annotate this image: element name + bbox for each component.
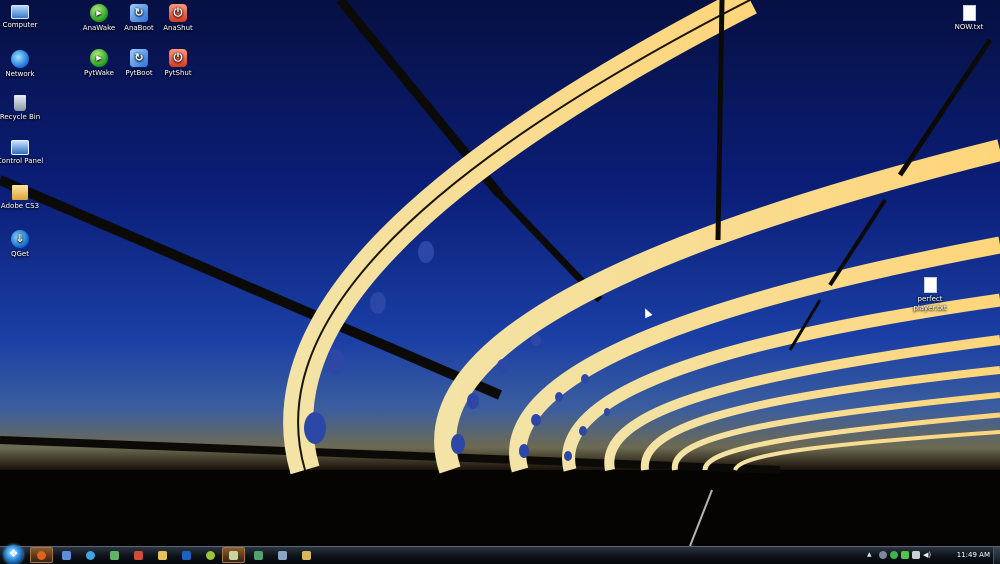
desktop-icon-recycle-bin[interactable]: Recycle Bin: [0, 95, 49, 122]
show-desktop-button[interactable]: [993, 547, 1000, 564]
volume-icon[interactable]: ◀): [923, 551, 931, 559]
desktop-wallpaper: [0, 0, 1000, 546]
desktop-icon-network[interactable]: Network: [0, 50, 49, 79]
taskbar-skype[interactable]: [80, 548, 101, 562]
folder-icon: [302, 551, 311, 560]
skype-icon: [86, 551, 95, 560]
photoshop-icon: [182, 551, 191, 560]
desktop-icon-pytshut[interactable]: ⏻ PytShut: [149, 49, 207, 78]
wake-icon: ▸: [90, 49, 108, 67]
app-icon: [278, 551, 287, 560]
app-icon: [254, 551, 263, 560]
winamp-icon: [206, 551, 215, 560]
bridge-wallpaper-art: [0, 0, 1000, 546]
desktop-icon-control-panel[interactable]: Control Panel: [0, 140, 49, 166]
taskbar-notepad[interactable]: [222, 547, 245, 563]
qget-icon: ⇓: [11, 230, 29, 248]
taskbar: ❖ ▲ ◀) 11:49 AM: [0, 545, 1000, 564]
app-icon: [134, 551, 143, 560]
desktop-icon-perfect-player-txt[interactable]: perfect player.txt: [901, 277, 959, 313]
app-icon: [158, 551, 167, 560]
app-icon[interactable]: [890, 551, 898, 559]
text-file-icon: [923, 277, 937, 293]
taskbar-firefox[interactable]: [30, 547, 53, 563]
taskbar-app-2[interactable]: [128, 548, 149, 562]
taskbar-app-1[interactable]: [104, 548, 125, 562]
network-icon[interactable]: [879, 551, 887, 559]
desktop-icon-anashut[interactable]: ⏻ AnaShut: [149, 4, 207, 33]
firefox-icon: [37, 551, 46, 560]
boot-icon: ↻: [130, 4, 148, 22]
desktop-icon-computer[interactable]: Computer: [0, 5, 49, 30]
app-icon[interactable]: [901, 551, 909, 559]
shut-icon: ⏻: [169, 4, 187, 22]
app-icon: [110, 551, 119, 560]
taskbar-app-3[interactable]: [152, 548, 173, 562]
desktop-icon-qget[interactable]: ⇓ QGet: [0, 230, 49, 259]
system-tray: ▲ ◀) 11:49 AM: [865, 547, 1000, 564]
taskbar-app-4[interactable]: [248, 548, 269, 562]
taskbar-photoshop[interactable]: [176, 548, 197, 562]
signal-icon[interactable]: [912, 551, 920, 559]
network-icon: [11, 50, 29, 68]
boot-icon: ↻: [130, 49, 148, 67]
shut-icon: ⏻: [169, 49, 187, 67]
text-file-icon: [962, 5, 976, 21]
recycle-bin-icon: [14, 95, 26, 111]
control-panel-icon: [11, 140, 29, 155]
taskbar-explorer[interactable]: [56, 548, 77, 562]
windows-orb-icon: ❖: [8, 547, 19, 560]
explorer-window-icon: [62, 551, 71, 560]
notepad-icon: [229, 551, 238, 560]
wake-icon: ▸: [90, 4, 108, 22]
start-button[interactable]: ❖: [4, 545, 23, 564]
up-arrow-icon[interactable]: ▲: [867, 551, 875, 559]
taskbar-winamp[interactable]: [200, 548, 221, 562]
taskbar-clock[interactable]: 11:49 AM: [957, 550, 990, 560]
taskbar-app-5[interactable]: [272, 548, 293, 562]
desktop-icon-now-txt[interactable]: NOW.txt: [940, 5, 998, 32]
taskbar-folder[interactable]: [296, 548, 317, 562]
desktop-icon-adobe-cs3[interactable]: Adobe CS3: [0, 185, 49, 211]
folder-icon: [12, 185, 28, 200]
computer-icon: [11, 5, 29, 19]
